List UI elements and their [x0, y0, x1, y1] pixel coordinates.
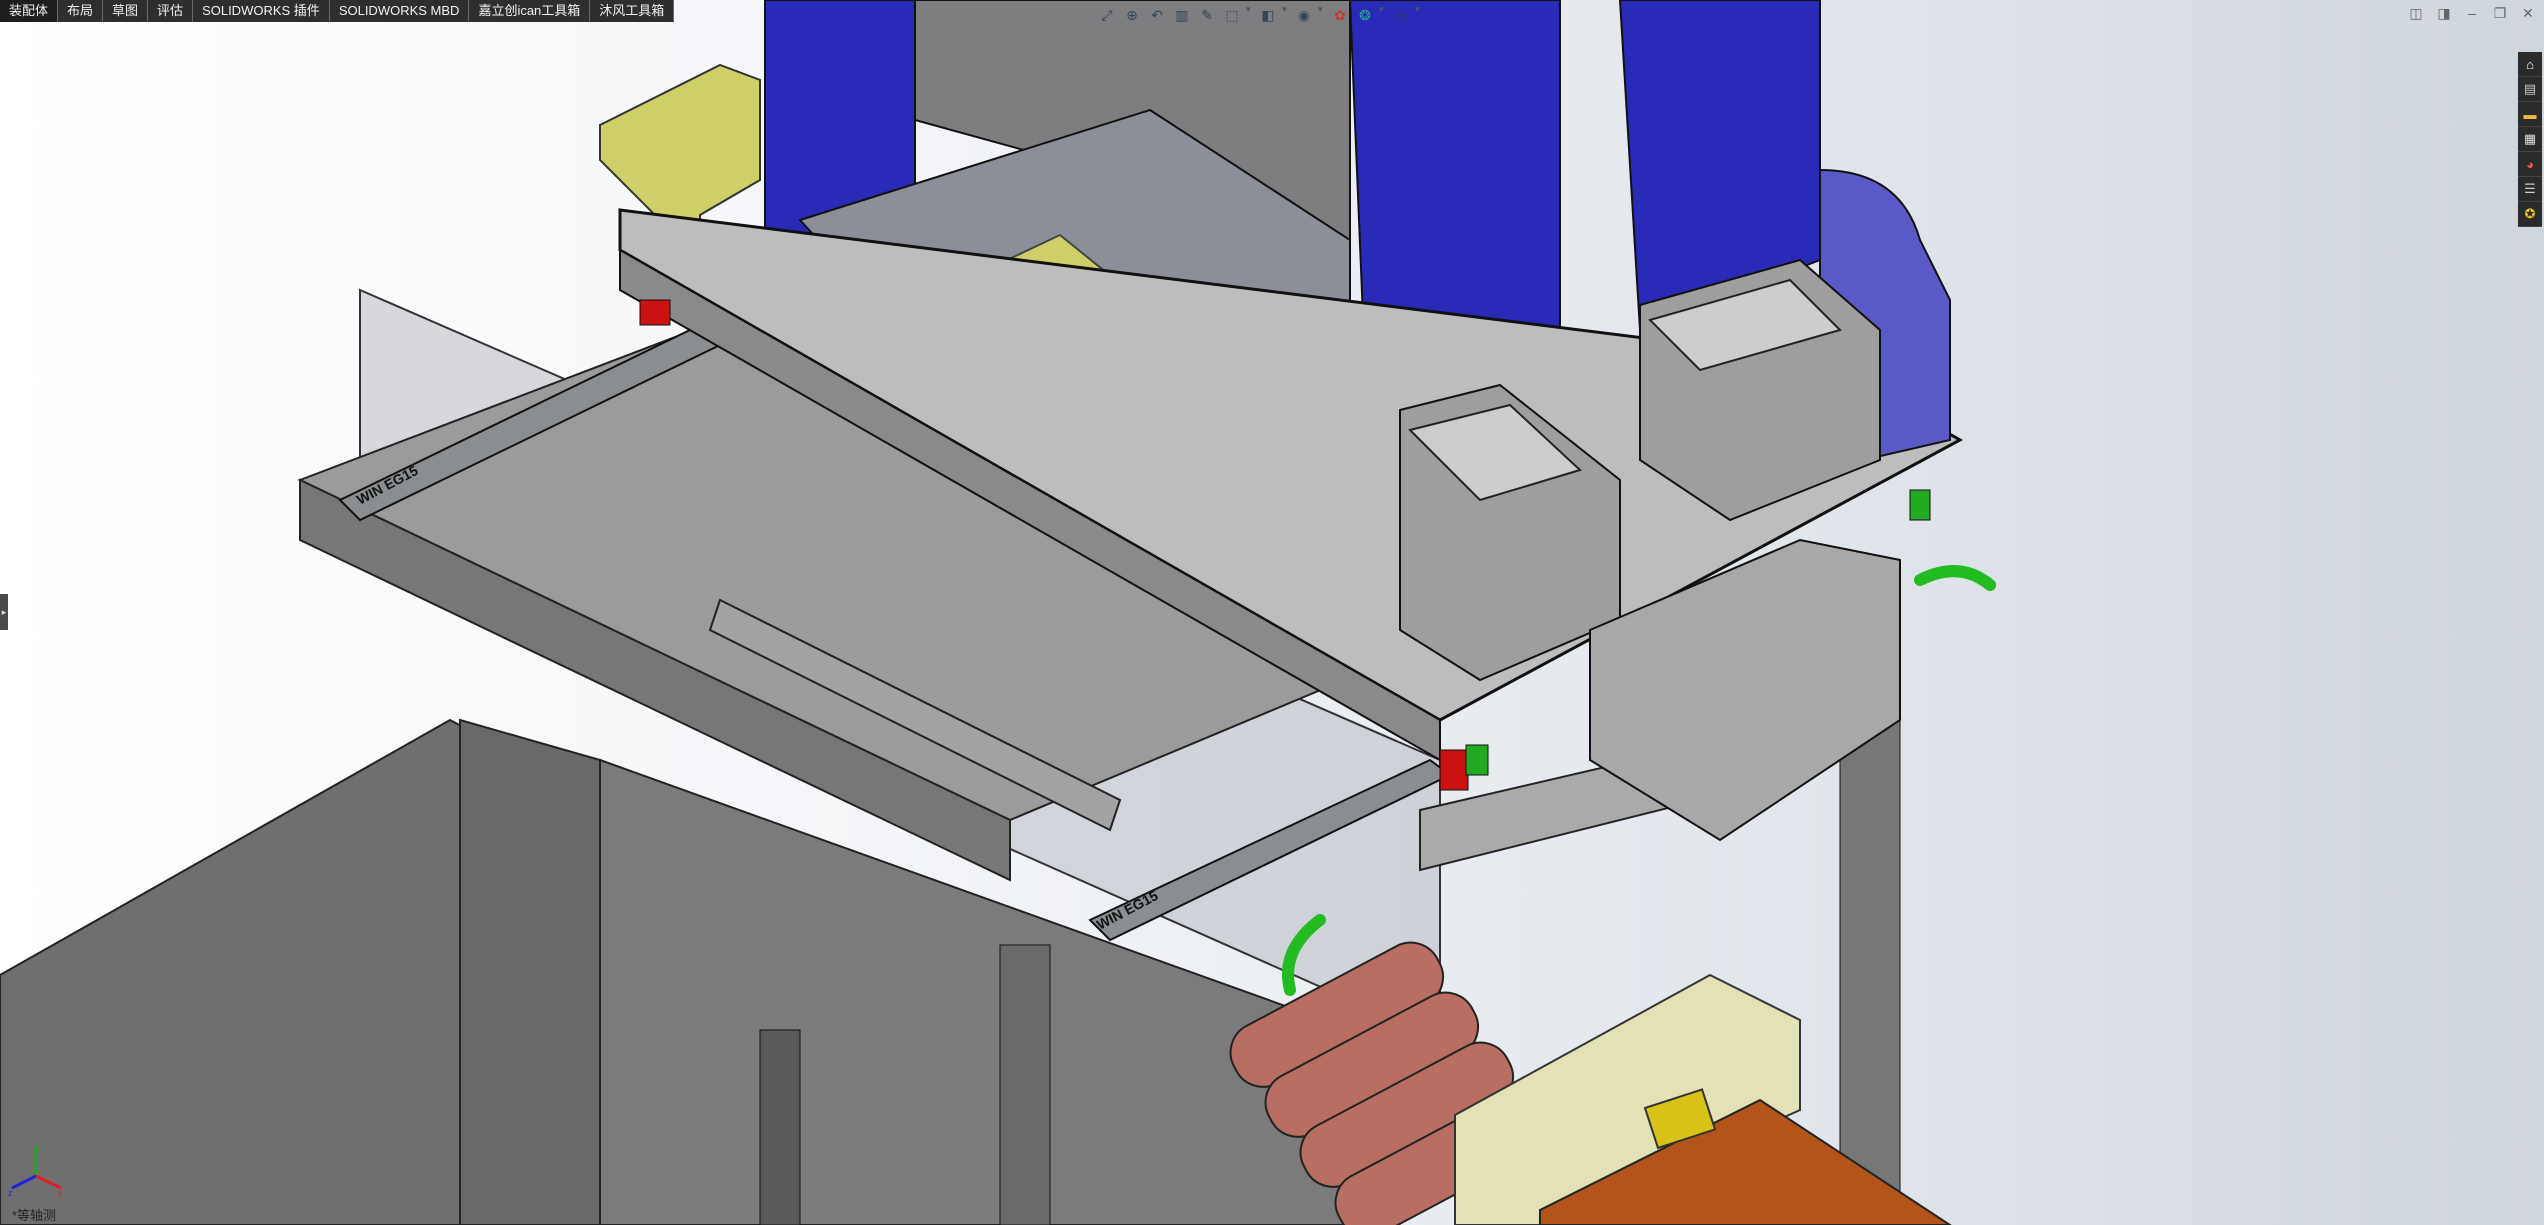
frame-leg-left: [459, 718, 601, 1225]
tab-assembly[interactable]: 装配体: [0, 0, 59, 22]
graphics-viewport[interactable]: WIN EG15 WIN EG15: [0, 0, 2544, 1225]
chevron-down-icon[interactable]: ▾: [1246, 4, 1254, 28]
design-library-icon[interactable]: ▤: [2518, 77, 2542, 102]
scene-icon[interactable]: ❂: [1354, 4, 1376, 26]
tab-sketch[interactable]: 草图: [103, 0, 149, 22]
window-controls: ◫ ◨ – ❐ ✕: [2406, 4, 2538, 22]
heads-up-view-toolbar: ⤢ ⊕ ↶ ▥ ✎ ⬚ ▾ ◧ ▾ ◉ ▾ ✿ ❂ ▾ ▭ ▾: [1096, 4, 1423, 28]
stopper-green-right: [1465, 744, 1489, 776]
frame-leg-mid: [999, 944, 1051, 1225]
view-orientation-icon[interactable]: ⬚: [1221, 4, 1243, 26]
triad-y-label: y: [40, 1140, 45, 1150]
air-hose-right: [1914, 565, 1996, 591]
chevron-down-icon[interactable]: ▾: [1379, 4, 1387, 28]
home-icon[interactable]: ⌂: [2518, 52, 2542, 77]
appearance-icon[interactable]: ✿: [1329, 4, 1351, 26]
solidworks-forum-icon[interactable]: ✪: [2518, 202, 2542, 227]
display-style-icon[interactable]: ◧: [1257, 4, 1279, 26]
stopper-green-far: [1909, 489, 1931, 521]
tab-mufeng-toolbox[interactable]: 沐风工具箱: [590, 0, 675, 22]
chevron-down-icon[interactable]: ▾: [1282, 4, 1290, 28]
tab-evaluate[interactable]: 评估: [148, 0, 194, 22]
tile-left-icon[interactable]: ◫: [2406, 4, 2426, 22]
feature-manager-toggle-icon[interactable]: ▸: [0, 594, 8, 630]
section-view-icon[interactable]: ▥: [1171, 4, 1193, 26]
tab-solidworks-addins[interactable]: SOLIDWORKS 插件: [193, 0, 330, 22]
view-palette-icon[interactable]: ▦: [2518, 127, 2542, 152]
appearances-icon[interactable]: ◕: [2518, 152, 2542, 177]
file-explorer-icon[interactable]: ▬: [2518, 102, 2542, 127]
command-manager-tabs: 装配体 布局 草图 评估 SOLIDWORKS 插件 SOLIDWORKS MB…: [0, 0, 675, 22]
restore-icon[interactable]: ❐: [2490, 4, 2510, 22]
reference-triad: y x z: [8, 1140, 63, 1198]
frame-slot: [759, 1029, 801, 1225]
zoom-area-icon[interactable]: ⊕: [1121, 4, 1143, 26]
zoom-to-fit-icon[interactable]: ⤢: [1096, 4, 1118, 26]
dynamic-annotation-icon[interactable]: ✎: [1196, 4, 1218, 26]
triad-x-label: x: [58, 1188, 63, 1198]
minimize-icon[interactable]: –: [2462, 4, 2482, 22]
hide-show-icon[interactable]: ◉: [1293, 4, 1315, 26]
triad-z-label: z: [8, 1188, 13, 1198]
triad-z-axis: [11, 1174, 37, 1190]
task-pane-tabs: ⌂ ▤ ▬ ▦ ◕ ☰ ✪: [2518, 52, 2542, 227]
stopper-red-left: [639, 299, 671, 326]
previous-view-icon[interactable]: ↶: [1146, 4, 1168, 26]
chevron-down-icon[interactable]: ▾: [1415, 4, 1423, 28]
tab-ican-toolbox[interactable]: 嘉立创ican工具箱: [469, 0, 591, 22]
chevron-down-icon[interactable]: ▾: [1318, 4, 1326, 28]
custom-properties-icon[interactable]: ☰: [2518, 177, 2542, 202]
stopper-red-right: [1439, 749, 1469, 791]
tile-right-icon[interactable]: ◨: [2434, 4, 2454, 22]
triad-x-axis: [35, 1174, 62, 1190]
cad-model-scene[interactable]: WIN EG15 WIN EG15: [0, 0, 2544, 1225]
close-icon[interactable]: ✕: [2518, 4, 2538, 22]
view-orientation-label: *等轴测: [12, 1208, 57, 1223]
monitor-icon[interactable]: ▭: [1390, 4, 1412, 26]
tab-solidworks-mbd[interactable]: SOLIDWORKS MBD: [330, 0, 470, 22]
tab-layout[interactable]: 布局: [58, 0, 104, 22]
